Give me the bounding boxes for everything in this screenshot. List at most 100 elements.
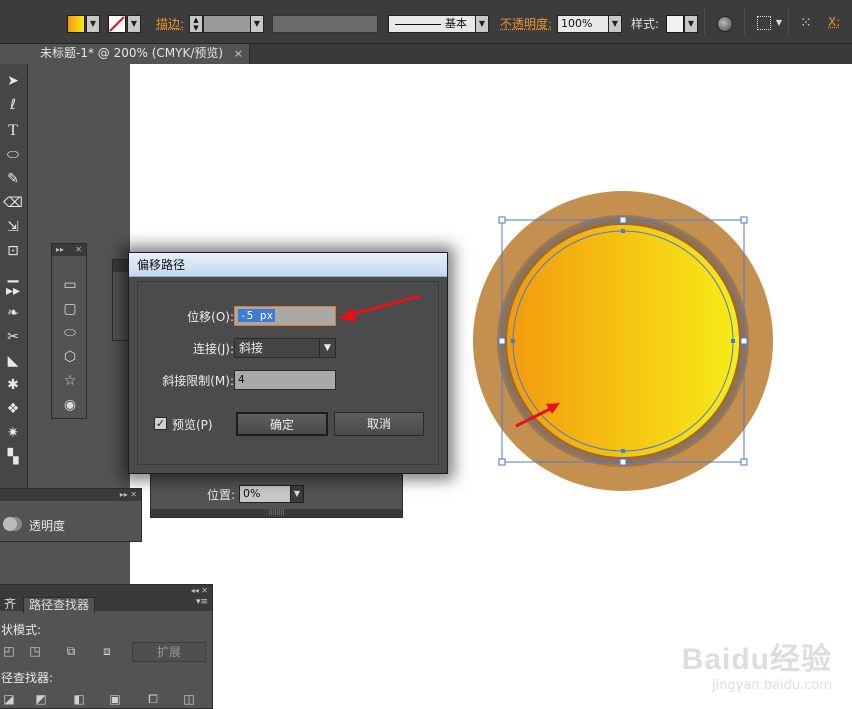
divide-icon[interactable]: ◪: [1, 691, 17, 707]
red-arrow-annotation: [338, 294, 421, 322]
close-panel-icon[interactable]: ✕: [75, 244, 86, 256]
style-label: 样式:: [631, 17, 660, 31]
opacity-input[interactable]: 100%: [557, 15, 609, 33]
transparency-icon: [3, 517, 17, 531]
expand-button[interactable]: 扩展: [132, 642, 206, 662]
merge-icon[interactable]: ◧: [71, 691, 87, 707]
rectangle-tool-icon[interactable]: ▭: [61, 276, 79, 294]
grid-align-icon[interactable]: ⁙: [800, 14, 818, 32]
ellipse-shape-icon[interactable]: ⬭: [61, 324, 79, 342]
panel-controls-icon[interactable]: ▸▸ ✕: [120, 489, 141, 501]
fill-dropdown-arrow[interactable]: ▼: [86, 15, 100, 33]
dialog-title-bar[interactable]: 偏移路径: [129, 253, 447, 277]
exclude-icon[interactable]: ⧈: [99, 643, 115, 659]
miter-limit-label: 斜接限制(M):: [162, 374, 234, 388]
stroke-weight-input[interactable]: [203, 15, 251, 33]
transparency-panel: ▸▸ ✕ 透明度: [0, 488, 142, 542]
align-dropdown-arrow[interactable]: ▼: [772, 15, 786, 33]
outline-icon[interactable]: ⧠: [145, 691, 161, 707]
variable-width-profile[interactable]: [272, 15, 378, 33]
offset-path-dialog: 偏移路径 位移(O): -5 px 连接(J): 斜接 ▼ 斜接限制(M): 4…: [128, 252, 448, 474]
stroke-none-swatch[interactable]: [108, 15, 126, 33]
panel-resize-grip[interactable]: ||||||||: [151, 509, 402, 517]
gradient-location-dropdown[interactable]: ▼: [290, 485, 304, 503]
shape-modes-label: 状模式:: [1, 623, 42, 637]
panel-header[interactable]: ▸▸ ✕: [52, 244, 86, 256]
selection-tool-icon[interactable]: ➤: [2, 70, 24, 92]
preview-label[interactable]: 预览(P): [172, 416, 213, 433]
brush-dropdown-arrow[interactable]: ▼: [475, 15, 489, 33]
stroke-line-preview: [395, 24, 441, 25]
minus-front-icon[interactable]: ◳: [27, 643, 43, 659]
intersect-icon[interactable]: ⧉: [63, 643, 79, 659]
joins-select[interactable]: 斜接 ▼: [234, 338, 336, 358]
type-tool-icon[interactable]: T: [2, 120, 24, 142]
flare-tool-icon[interactable]: ◉: [61, 396, 79, 414]
tab-pathfinder[interactable]: 路径查找器: [23, 597, 96, 613]
gradient-location-input[interactable]: 0%: [239, 485, 291, 503]
panel-menu-icon[interactable]: ▾≡: [196, 597, 208, 607]
stroke-dropdown-arrow[interactable]: ▼: [127, 15, 141, 33]
circle-artwork[interactable]: [460, 180, 790, 510]
cancel-button[interactable]: 取消: [334, 412, 424, 436]
toolbar-separator: [704, 8, 705, 36]
preview-checkbox[interactable]: ✓: [154, 417, 167, 430]
free-transform-tool-icon[interactable]: ⊡: [2, 240, 24, 262]
panel-controls-icon[interactable]: ◂◂ ✕: [191, 585, 212, 597]
document-tab-bar: 未标题-1* @ 200% (CMYK/预览) ×: [32, 44, 852, 64]
panel-header[interactable]: ▸▸ ✕: [0, 489, 141, 501]
crystallize-tool-icon[interactable]: ✷: [2, 422, 24, 444]
tab-align[interactable]: 齐: [0, 597, 21, 613]
tools-panel: ➤ ℓ T ⬭ ✎ ⌫ ⇲ ⊡ ▁ ▸▸ ❧ ✂ ◣ ✱ ❖ ✷ ▚: [0, 64, 28, 494]
crop-icon[interactable]: ▣: [107, 691, 123, 707]
offset-label: 位移(O):: [187, 310, 234, 324]
align-to-selection-icon[interactable]: [757, 16, 771, 30]
transparency-label[interactable]: 透明度: [29, 517, 65, 534]
pathfinders-label: 径查找器:: [1, 671, 54, 685]
toolbar-separator: [788, 8, 789, 36]
stroke-weight-dropdown[interactable]: ▼: [250, 15, 264, 33]
star-tool-icon[interactable]: ☆: [61, 372, 79, 390]
document-tab-title: 未标题-1* @ 200% (CMYK/预览): [40, 46, 224, 60]
graphic-style-swatch[interactable]: [666, 15, 684, 33]
ellipse-tool-icon[interactable]: ⬭: [2, 144, 24, 166]
wrinkle-tool-icon[interactable]: ▚: [2, 446, 24, 468]
brush-tool-icon[interactable]: ✎: [2, 168, 24, 190]
shape-tools-panel: ▸▸ ✕ ▭ ▢ ⬭ ⬡ ☆ ◉: [51, 243, 87, 419]
gradient-location-label: 位置:: [207, 488, 236, 502]
scale-tool-icon[interactable]: ⇲: [2, 216, 24, 238]
recolor-artwork-icon[interactable]: [717, 16, 733, 32]
ok-button[interactable]: 确定: [236, 412, 328, 436]
trim-icon[interactable]: ◩: [33, 691, 49, 707]
polygon-tool-icon[interactable]: ⬡: [61, 348, 79, 366]
panel-header[interactable]: ◂◂ ✕: [0, 585, 212, 597]
stroke-weight-stepper[interactable]: ▲ ▼: [189, 15, 203, 33]
rounded-rectangle-tool-icon[interactable]: ▢: [61, 300, 79, 318]
brush-definition-select[interactable]: 基本: [388, 15, 486, 33]
twirl-tool-icon[interactable]: ✂: [2, 326, 24, 348]
offset-input-value: -5 px: [238, 309, 276, 322]
baidu-watermark: Baidu经验 jingyan.baidu.com: [682, 634, 832, 693]
pathfinder-panel: ◂◂ ✕ 齐 路径查找器 ▾≡ 状模式: ◰ ◳ ⧉ ⧈ 扩展 径查找器: ◪ …: [0, 584, 213, 709]
minus-back-icon[interactable]: ◫: [181, 691, 197, 707]
pucker-tool-icon[interactable]: ◣: [2, 350, 24, 372]
warp-tool-icon[interactable]: ❧: [2, 302, 24, 324]
collapse-icon[interactable]: ▸▸: [52, 245, 64, 254]
document-tab[interactable]: 未标题-1* @ 200% (CMYK/预览) ×: [32, 44, 250, 64]
offset-input[interactable]: -5 px: [234, 306, 336, 326]
eraser-tool-icon[interactable]: ⌫: [2, 192, 24, 214]
unite-icon[interactable]: ◰: [1, 643, 17, 659]
miter-limit-input[interactable]: 4: [234, 370, 336, 390]
lasso-tool-icon[interactable]: ℓ: [2, 94, 24, 116]
x-coordinate-label[interactable]: X:: [828, 15, 840, 29]
opacity-dropdown-arrow[interactable]: ▼: [608, 15, 622, 33]
close-tab-icon[interactable]: ×: [234, 44, 243, 63]
bloat-tool-icon[interactable]: ✱: [2, 374, 24, 396]
opacity-label[interactable]: 不透明度:: [500, 15, 552, 32]
joins-value: 斜接: [239, 341, 264, 355]
fill-color-swatch[interactable]: [67, 15, 85, 33]
scallop-tool-icon[interactable]: ❖: [2, 398, 24, 420]
graphic-style-dropdown[interactable]: ▼: [684, 15, 698, 33]
panel-header-icon: ▸▸: [5, 283, 21, 299]
stroke-label[interactable]: 描边:: [156, 15, 184, 32]
